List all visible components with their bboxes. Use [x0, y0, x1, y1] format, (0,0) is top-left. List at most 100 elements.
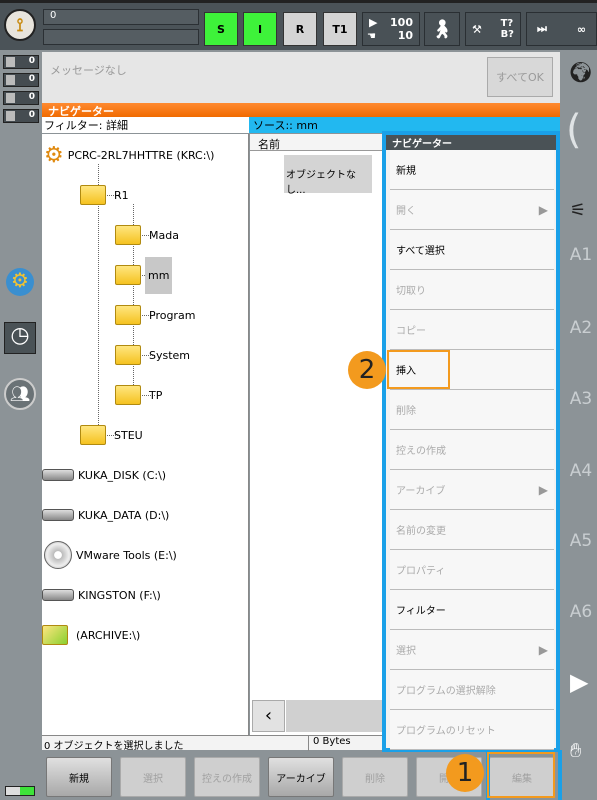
tree-item-program[interactable]: Program	[115, 300, 195, 330]
hand-icon[interactable]: ✋︎	[570, 738, 581, 762]
navigator-header: ナビゲーター	[42, 103, 560, 118]
folder-icon	[115, 225, 141, 245]
axis-a3-label[interactable]: A3	[566, 389, 596, 409]
tree-item-r1[interactable]: R1	[80, 180, 129, 210]
menu-item[interactable]: 新規	[390, 150, 554, 190]
softkey-button[interactable]: アーカイブ	[268, 757, 334, 797]
warning-counter[interactable]: 0	[3, 73, 39, 87]
message-window: メッセージなし	[42, 52, 560, 103]
softkey-button[interactable]: 新規	[46, 757, 112, 797]
tree-label: KUKA_DISK (C:\)	[78, 468, 167, 482]
robot-logo-button[interactable]: ⟟	[4, 9, 36, 41]
jog-arc-icon[interactable]: (	[566, 110, 582, 150]
tool-base-button[interactable]: ⚒ T? B?	[465, 12, 521, 46]
menu-title: ナビゲーター	[386, 135, 556, 150]
drive-icon	[42, 589, 74, 601]
folder-icon	[115, 385, 141, 405]
tree-label: VMware Tools (E:\)	[76, 548, 177, 562]
menu-item-label: プログラムのリセット	[396, 726, 496, 737]
clock-icon[interactable]: ◷	[4, 322, 36, 354]
filter-label: フィルター: 詳細	[42, 117, 249, 133]
info-counter[interactable]: 0	[3, 91, 39, 105]
menu-item-label: プロパティ	[396, 566, 446, 577]
interpreter-status-button[interactable]: I	[243, 12, 277, 46]
base-value: B?	[500, 29, 514, 40]
tree-item-kuka-disk[interactable]: KUKA_DISK (C:\)	[42, 460, 166, 490]
axis-a2-label[interactable]: A2	[566, 318, 596, 338]
tree-item-system[interactable]: System	[115, 340, 190, 370]
menu-item[interactable]: 名前の変更	[390, 510, 554, 550]
globe-icon[interactable]: 🌍︎	[568, 60, 593, 84]
tree-item-mada[interactable]: Mada	[115, 220, 179, 250]
submit-status-button[interactable]: S	[204, 12, 238, 46]
menu-item[interactable]: プログラムのリセット	[390, 710, 554, 750]
run-mode-icon: ⏭	[537, 22, 547, 35]
tool-icon: ⚒	[472, 22, 482, 36]
program-field-2	[43, 29, 199, 45]
softkey-button[interactable]: 控えの作成	[194, 757, 260, 797]
tree-item-archive[interactable]: (ARCHIVE:\)	[42, 620, 140, 650]
menu-item[interactable]: 切取り	[390, 270, 554, 310]
menu-item-label: 選択	[396, 646, 416, 657]
tree-item-robot[interactable]: ⚙ PCRC-2RL7HHTTRE (KRC:\)	[44, 140, 214, 170]
count: 0	[28, 74, 35, 84]
menu-item-label: すべて選択	[396, 246, 445, 257]
error-counter[interactable]: 0	[3, 55, 39, 69]
submenu-arrow-icon: ▶	[538, 642, 548, 657]
menu-item-label: 新規	[396, 166, 416, 177]
menu-item[interactable]: 選択 ▶	[390, 630, 554, 670]
tree-label: KUKA_DATA (D:\)	[78, 508, 170, 522]
axis-a4-label[interactable]: A4	[566, 461, 596, 481]
archive-folder-icon	[42, 625, 68, 645]
tree-item-kuka-data[interactable]: KUKA_DATA (D:\)	[42, 500, 169, 530]
menu-item-label: フィルター	[396, 606, 446, 617]
menu-item[interactable]: すべて選択	[390, 230, 554, 270]
robot-icon: ⚙	[44, 142, 64, 168]
menu-item[interactable]: プロパティ	[390, 550, 554, 590]
cd-icon	[44, 541, 72, 569]
menu-item[interactable]: 開く ▶	[390, 190, 554, 230]
softkey-button[interactable]: 選択	[120, 757, 186, 797]
menu-item[interactable]: フィルター	[390, 590, 554, 630]
step-badge-2: 2	[348, 351, 386, 389]
tree-item-kingston[interactable]: KINGSTON (F:\)	[42, 580, 161, 610]
users-icon[interactable]: 👥︎	[4, 378, 36, 410]
tree-item-steu[interactable]: STEU	[80, 420, 143, 450]
program-override: 100	[390, 16, 413, 29]
tree-label: KINGSTON (F:\)	[78, 588, 161, 602]
axis-a5-label[interactable]: A5	[566, 531, 596, 551]
scroll-left-button[interactable]: ‹	[252, 700, 285, 732]
size-status: 0 Bytes	[308, 736, 351, 751]
acknowledge-all-button[interactable]: すべてOK	[487, 57, 553, 97]
robot-status-button[interactable]: R	[283, 12, 317, 46]
menu-item[interactable]: 削除	[390, 390, 554, 430]
empty-list-item[interactable]: オブジェクトなし...	[284, 155, 372, 196]
settings-gear-icon[interactable]: ⚙	[6, 268, 34, 296]
menu-item-label: アーカイブ	[396, 486, 446, 497]
menu-item-label: プログラムの選択解除	[396, 686, 496, 697]
wait-counter[interactable]: 0	[3, 109, 39, 123]
tree-label: TP	[149, 388, 163, 402]
menu-item[interactable]: プログラムの選択解除	[390, 670, 554, 710]
tree-label: Mada	[149, 228, 179, 242]
menu-item[interactable]: アーカイブ ▶	[390, 470, 554, 510]
mode-t1-button[interactable]: T1	[323, 12, 357, 46]
menu-item[interactable]: 控えの作成	[390, 430, 554, 470]
menu-item-label: 控えの作成	[396, 446, 446, 457]
navigator-context-menu: ナビゲーター 新規 開く ▶ すべて選択 切取り コピー 挿入 削除 控えの作成 アーカイブ ▶ 名前…	[382, 131, 560, 752]
tree-item-mm[interactable]: mm	[115, 256, 173, 294]
override-button[interactable]: 100 10 ▶ ☚	[362, 12, 420, 46]
menu-item-label: 開く	[396, 206, 416, 217]
run-mode-button[interactable]: ⏭ ∞	[526, 12, 597, 46]
tree-label: R1	[114, 188, 129, 202]
menu-item[interactable]: コピー	[390, 310, 554, 350]
softkey-button[interactable]: 削除	[342, 757, 408, 797]
step-badge-1: 1	[446, 754, 484, 792]
walk-mode-button[interactable]: 🚶︎	[424, 12, 460, 46]
axis-a1-label[interactable]: A1	[566, 245, 596, 265]
start-play-icon[interactable]: ▶	[570, 668, 588, 696]
axis-a6-label[interactable]: A6	[566, 602, 596, 622]
tree-item-vmware[interactable]: VMware Tools (E:\)	[44, 540, 177, 570]
robot-jog-icon[interactable]: ⚟	[570, 200, 586, 221]
tree-item-tp[interactable]: TP	[115, 380, 162, 410]
